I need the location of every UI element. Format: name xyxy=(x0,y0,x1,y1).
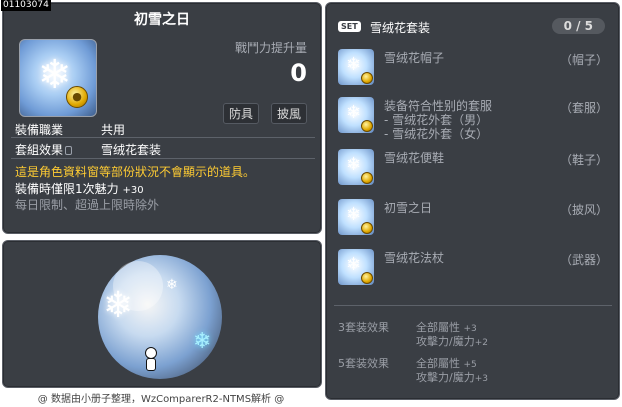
job-label: 裝備職業 xyxy=(15,123,64,137)
item-id-tag: 01103074 xyxy=(1,0,51,11)
charm-row: 裝備時僅限1次魅力 +30 xyxy=(15,180,144,197)
coin-icon: ● xyxy=(66,86,88,108)
coin-icon xyxy=(361,72,373,84)
job-value: 共用 xyxy=(101,123,126,137)
job-row: 裝備職業 共用 xyxy=(15,121,125,138)
warning-text: 這是角色資料窗等部份狀況不會顯示的道具。 xyxy=(15,165,256,179)
divider xyxy=(11,137,315,138)
daily-limit-text: 每日限制、超過上限時除外 xyxy=(15,198,160,212)
set-item-sub: - 雪绒花外套（女） xyxy=(384,127,489,141)
set-name: 雪绒花套装 xyxy=(370,21,431,35)
tag-cape: 披風 xyxy=(270,103,307,124)
set-item-type: （披风） xyxy=(559,203,608,217)
set-item[interactable]: ❄ 雪绒花便鞋 （鞋子） xyxy=(338,149,608,189)
item-name: 初雪之日 xyxy=(134,12,190,28)
divider xyxy=(11,158,315,159)
character-body xyxy=(146,358,156,371)
charm-text: 裝備時僅限1次魅力 xyxy=(15,182,119,196)
set-row: 套組效果 雪绒花套装 xyxy=(15,141,161,158)
snowflake-icon: ❄ xyxy=(166,277,178,293)
set-item-type: （帽子） xyxy=(559,53,608,67)
set-badge: SET xyxy=(338,21,361,32)
item-icon: ❄ ● xyxy=(19,39,97,117)
set-item-type: （鞋子） xyxy=(559,153,608,167)
set-effect-value: 雪绒花套装 xyxy=(101,143,162,157)
coin-icon xyxy=(361,172,373,184)
set-item-label: 雪绒花帽子 xyxy=(384,51,445,65)
wand-icon: ❄ xyxy=(338,249,374,285)
power-value: 0 xyxy=(290,59,307,87)
set-item-label: 雪绒花法杖 xyxy=(384,251,445,265)
item-preview-panel: ❄ ❄ ❄ xyxy=(2,240,322,388)
set-effect-label: 套組效果 xyxy=(15,141,101,158)
set-item-label: 装备符合性别的套服 - 雪绒花外套（男） - 雪绒花外套（女） xyxy=(384,99,493,141)
footer-credit: @ 数据由小册子整理，WzComparerR2-NTMS解析 @ xyxy=(37,394,285,405)
set-item-label: 雪绒花便鞋 xyxy=(384,151,445,165)
divider xyxy=(334,305,612,306)
hat-icon: ❄ xyxy=(338,49,374,85)
lock-icon xyxy=(65,146,73,155)
snowflake-icon: ❄ xyxy=(103,285,134,326)
tag-armor: 防具 xyxy=(222,103,259,124)
bonus-line: 攻擊力/魔力+2 xyxy=(416,335,488,348)
cape-icon: ❄ xyxy=(338,199,374,235)
set-item-type: （套服） xyxy=(559,101,608,115)
shoes-icon: ❄ xyxy=(338,149,374,185)
set-item[interactable]: ❄ 初雪之日 （披风） xyxy=(338,199,608,239)
charm-value: +30 xyxy=(122,185,144,196)
set-item-label: 初雪之日 xyxy=(384,201,433,215)
outfit-icon: ❄ xyxy=(338,97,374,133)
set-panel: SET 雪绒花套装 0 / 5 ❄ 雪绒花帽子 （帽子） ❄ 装备符合性别的套服… xyxy=(325,2,620,400)
coin-icon xyxy=(361,120,373,132)
item-info-panel: 初雪之日 ❄ ● 戰鬥力提升量 0 防具 披風 裝備職業 共用 套組效果 雪绒花套装… xyxy=(2,2,322,234)
set-item[interactable]: ❄ 装备符合性别的套服 - 雪绒花外套（男） - 雪绒花外套（女） （套服） xyxy=(338,97,608,147)
bonus-label: 3套装效果 xyxy=(338,321,389,334)
set-item[interactable]: ❄ 雪绒花法杖 （武器） xyxy=(338,249,608,289)
character-figure xyxy=(143,347,159,371)
set-count: 0 / 5 xyxy=(551,18,605,34)
set-item[interactable]: ❄ 雪绒花帽子 （帽子） xyxy=(338,49,608,89)
coin-icon xyxy=(361,222,373,234)
coin-icon xyxy=(361,272,373,284)
set-item-type: （武器） xyxy=(559,253,608,267)
snowflake-icon: ❄ xyxy=(193,329,212,354)
power-label: 戰鬥力提升量 xyxy=(234,41,307,55)
bonus-line: 攻擊力/魔力+3 xyxy=(416,371,488,384)
set-item-sub: - 雪绒花外套（男） xyxy=(384,113,489,127)
bonus-label: 5套装效果 xyxy=(338,357,389,370)
